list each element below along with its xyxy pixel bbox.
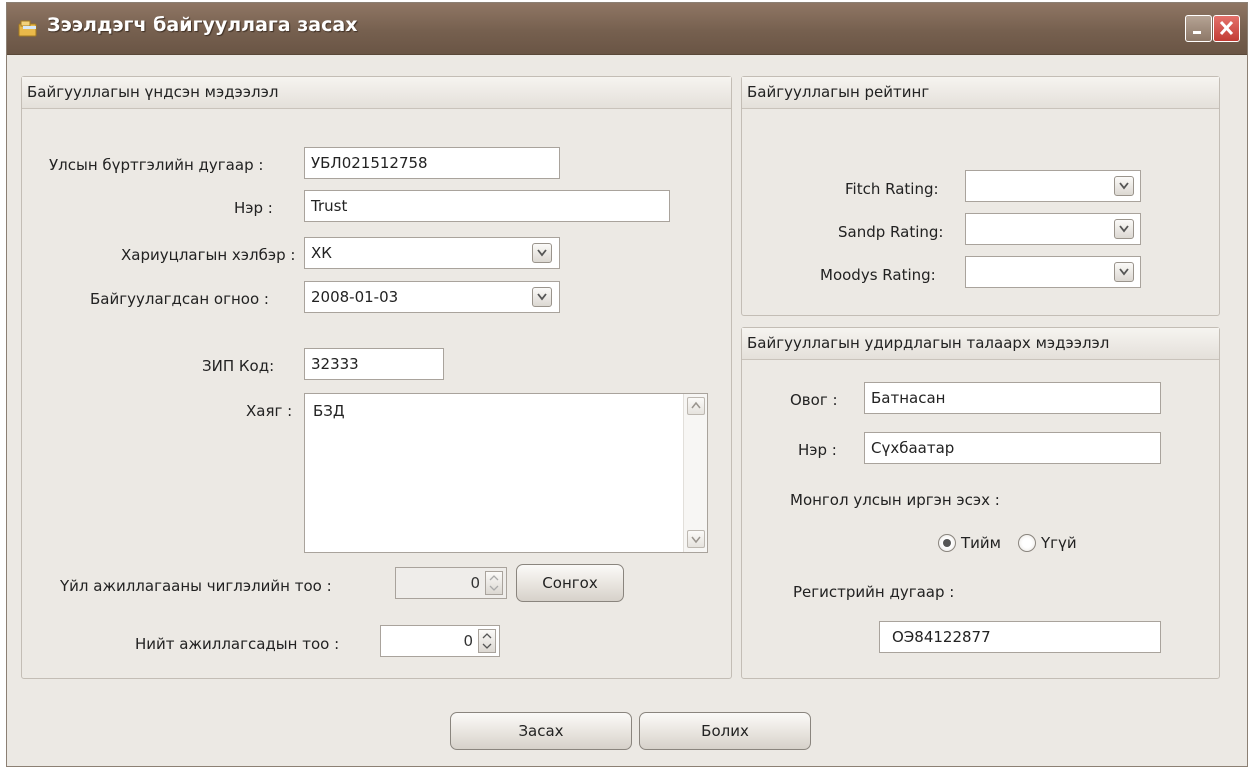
address-scrollbar[interactable]: [683, 394, 707, 552]
dialog-window: Зээлдэгч байгууллага засах Байгууллагын …: [6, 2, 1248, 767]
minimize-button[interactable]: [1185, 15, 1212, 42]
liability-value: ХК: [311, 244, 332, 262]
fitch-select[interactable]: [965, 170, 1141, 202]
folder-icon: [18, 20, 37, 37]
name-label: Нэр :: [234, 199, 273, 217]
sandp-dropdown-button[interactable]: [1114, 219, 1134, 239]
chevron-down-icon: [1119, 268, 1129, 276]
rating-panel: Байгууллагын рейтинг Fitch Rating: Sandp…: [741, 76, 1220, 316]
fitch-label: Fitch Rating:: [845, 180, 939, 198]
surname-label: Овог :: [790, 391, 838, 409]
fitch-dropdown-button[interactable]: [1114, 176, 1134, 196]
title-bar[interactable]: Зээлдэгч байгууллага засах: [7, 3, 1247, 55]
chevron-up-icon: [691, 401, 701, 409]
reg-no-field[interactable]: УБЛ021512758: [304, 147, 560, 179]
register-label: Регистрийн дугаар :: [793, 583, 955, 601]
founded-label: Байгуулагдсан огноо :: [90, 290, 269, 308]
minimize-icon: [1193, 31, 1201, 34]
spinner-arrows-icon: [482, 633, 492, 649]
employee-count-spin[interactable]: [478, 629, 496, 653]
chevron-down-icon: [1119, 182, 1129, 190]
activity-count-label: Үйл ажиллагааны чиглэлийн тоо :: [60, 577, 332, 595]
founded-value: 2008-01-03: [311, 288, 399, 306]
liability-dropdown-button[interactable]: [532, 243, 552, 263]
chevron-down-icon: [537, 249, 547, 257]
close-icon: [1219, 20, 1234, 36]
name-field[interactable]: Trust: [304, 190, 670, 222]
moodys-label: Moodys Rating:: [820, 266, 936, 284]
surname-field[interactable]: Батнасан: [864, 382, 1161, 414]
employee-count-value: 0: [463, 632, 473, 650]
sandp-select[interactable]: [965, 213, 1141, 245]
employee-count-stepper[interactable]: 0: [380, 625, 500, 657]
address-value: БЗД: [313, 402, 345, 420]
choose-button[interactable]: Сонгох: [516, 564, 624, 602]
management-header: Байгууллагын удирдлагын талаарх мэдээлэл: [742, 328, 1219, 360]
moodys-dropdown-button[interactable]: [1114, 262, 1134, 282]
liability-label: Хариуцлагын хэлбэр :: [121, 246, 296, 264]
employee-count-label: Нийт ажиллагсадын тоо :: [135, 635, 340, 653]
founded-dropdown-button[interactable]: [532, 287, 552, 307]
activity-count-value: 0: [470, 574, 480, 592]
address-textarea[interactable]: БЗД: [304, 393, 708, 553]
citizen-label: Монгол улсын иргэн эсэх :: [790, 491, 1000, 509]
scroll-down-button[interactable]: [687, 530, 705, 548]
activity-count-spin[interactable]: [485, 571, 503, 595]
close-button[interactable]: [1213, 15, 1240, 42]
mgmt-name-field[interactable]: Сүхбаатар: [864, 432, 1161, 464]
chevron-down-icon: [1119, 225, 1129, 233]
citizen-no-radio[interactable]: [1018, 534, 1036, 552]
citizen-no-label[interactable]: Үгүй: [1041, 534, 1077, 552]
sandp-label: Sandp Rating:: [838, 223, 944, 241]
window-title: Зээлдэгч байгууллага засах: [47, 14, 358, 36]
founded-date-select[interactable]: 2008-01-03: [304, 281, 560, 313]
zip-field[interactable]: 32333: [304, 348, 444, 380]
cancel-button[interactable]: Болих: [639, 712, 811, 750]
rating-header: Байгууллагын рейтинг: [742, 77, 1219, 109]
main-info-panel: Байгууллагын үндсэн мэдээлэл Улсын бүртг…: [21, 76, 732, 679]
activity-count-stepper[interactable]: 0: [395, 567, 507, 599]
address-label: Хаяг :: [246, 402, 293, 420]
register-field[interactable]: ОЭ84122877: [879, 621, 1161, 653]
edit-button[interactable]: Засах: [450, 712, 632, 750]
reg-no-label: Улсын бүртгэлийн дугаар :: [49, 156, 264, 174]
management-panel: Байгууллагын удирдлагын талаарх мэдээлэл…: [741, 327, 1220, 679]
chevron-down-icon: [537, 293, 547, 301]
scroll-up-button[interactable]: [687, 397, 705, 415]
citizen-yes-label[interactable]: Тийм: [961, 534, 1001, 552]
spinner-arrows-icon: [489, 575, 499, 591]
liability-select[interactable]: ХК: [304, 237, 560, 269]
citizen-yes-radio[interactable]: [938, 534, 956, 552]
mgmt-name-label: Нэр :: [798, 441, 837, 459]
chevron-down-icon: [691, 536, 701, 544]
moodys-select[interactable]: [965, 256, 1141, 288]
main-info-header: Байгууллагын үндсэн мэдээлэл: [22, 77, 731, 109]
zip-label: ЗИП Код:: [202, 357, 275, 375]
